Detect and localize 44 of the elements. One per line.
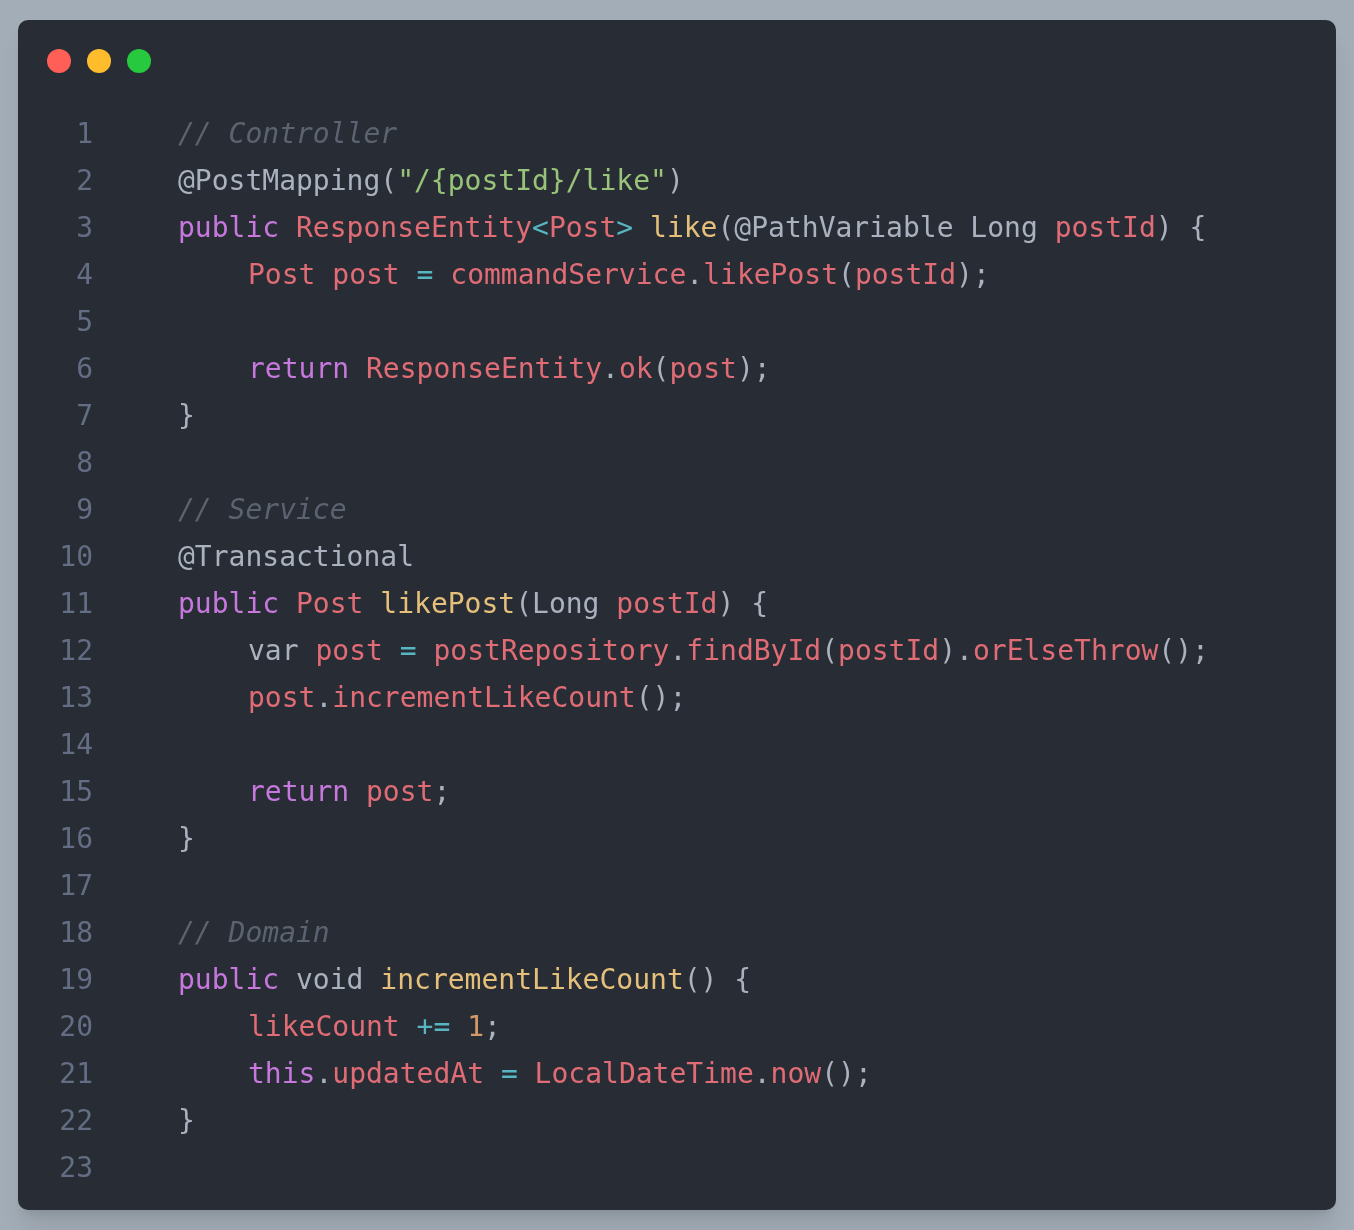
line-number: 11: [58, 585, 93, 622]
line-number: 23: [58, 1149, 93, 1186]
line-number: 22: [58, 1102, 93, 1139]
code-line: public ResponseEntity<Post> like(@PathVariable Long postId) {: [178, 209, 1207, 246]
code-line: // Domain: [178, 914, 330, 951]
code-line: @PostMapping("/{postId}/like"): [178, 162, 684, 199]
line-number: 16: [58, 820, 93, 857]
line-number: 19: [58, 961, 93, 998]
line-number: 8: [75, 444, 93, 481]
line-number: 7: [75, 397, 93, 434]
line-number: 3: [75, 209, 93, 246]
line-number: 6: [75, 350, 93, 387]
code-line: // Controller: [178, 115, 398, 152]
zoom-button[interactable]: [127, 49, 151, 73]
code-line: return ResponseEntity.ok(post);: [248, 350, 771, 387]
code-line: // Service: [178, 491, 347, 528]
code-line: public Post likePost(Long postId) {: [178, 585, 769, 622]
line-number: 18: [58, 914, 93, 951]
line-number: 9: [75, 491, 93, 528]
code-line: }: [178, 820, 195, 857]
code-line: likeCount += 1;: [248, 1008, 501, 1045]
line-number: 14: [58, 726, 93, 763]
minimize-button[interactable]: [87, 49, 111, 73]
line-number: 1: [75, 115, 93, 152]
close-button[interactable]: [47, 49, 71, 73]
line-number: 13: [58, 679, 93, 716]
line-number: 20: [58, 1008, 93, 1045]
code-line: @Transactional: [178, 538, 414, 575]
code-line: public void incrementLikeCount() {: [178, 961, 752, 998]
code-line: }: [178, 1102, 195, 1139]
line-number: 21: [58, 1055, 93, 1092]
line-number: 4: [75, 256, 93, 293]
code-line: Post post = commandService.likePost(postId);: [248, 256, 990, 293]
line-number: 17: [58, 867, 93, 904]
code-line: return post;: [248, 773, 451, 810]
line-number: 5: [75, 303, 93, 340]
line-number: 12: [58, 632, 93, 669]
code-line: }: [178, 397, 195, 434]
line-number: 10: [58, 538, 93, 575]
line-number: 15: [58, 773, 93, 810]
code-line: post.incrementLikeCount();: [248, 679, 687, 716]
code-line: this.updatedAt = LocalDateTime.now();: [248, 1055, 872, 1092]
code-line: var post = postRepository.findById(postId).orElseThrow();: [248, 632, 1209, 669]
line-number: 2: [75, 162, 93, 199]
